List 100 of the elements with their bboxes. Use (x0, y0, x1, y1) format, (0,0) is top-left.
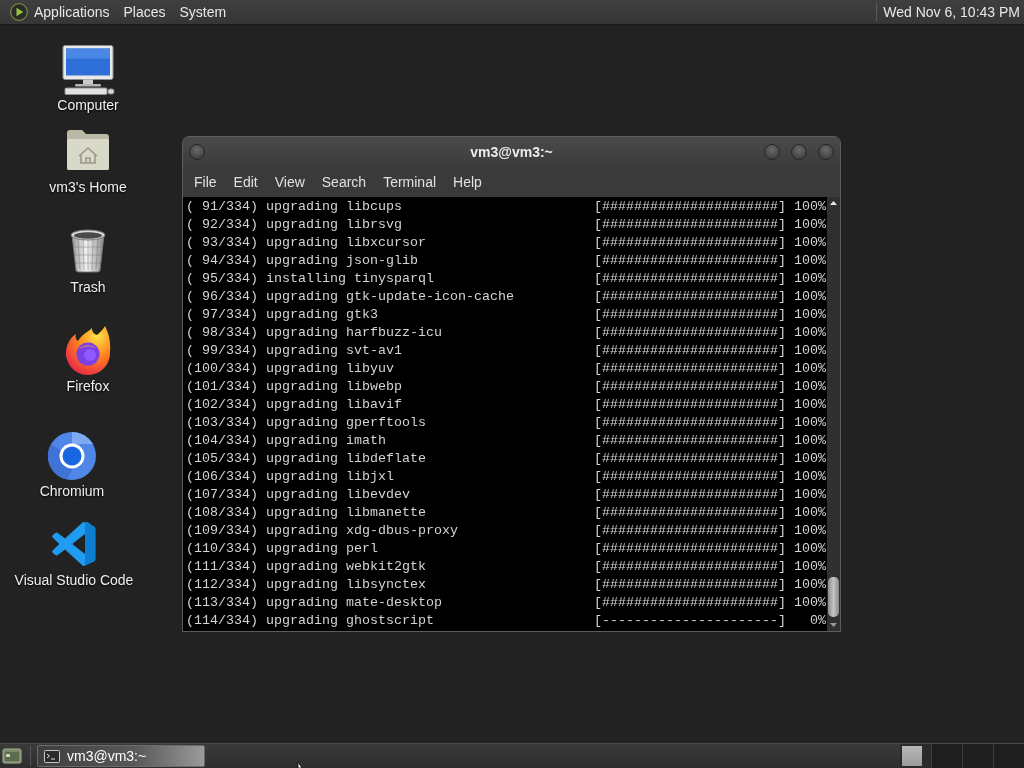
progress-bar-text: [######################] (594, 522, 786, 540)
window-menu-button[interactable] (189, 144, 205, 160)
terminal-line-text: (103/334) upgrading gperftools (186, 414, 427, 432)
percent-text: 100% (793, 486, 826, 504)
desktop-icon-label[interactable]: Computer (57, 97, 119, 114)
terminal-line-text: (113/334) upgrading mate-desktop (186, 594, 443, 612)
percent-text: 100% (793, 504, 826, 522)
taskbar-button[interactable]: vm3@vm3:~ (37, 745, 205, 767)
scrollbar[interactable] (827, 197, 840, 631)
progress-bar-text: [######################] (594, 414, 786, 432)
percent-text: 100% (793, 414, 826, 432)
panel-menu[interactable]: System (172, 1, 234, 23)
progress-bar-text: [######################] (594, 216, 786, 234)
progress-bar-text: [----------------------] (594, 612, 786, 630)
mouse-pointer-icon (297, 762, 305, 768)
window-title: vm3@vm3:~ (470, 144, 553, 160)
firefox-logo-icon[interactable] (64, 326, 112, 376)
progress-bar-text: [######################] (594, 432, 786, 450)
percent-text: 100% (793, 288, 826, 306)
close-button[interactable] (818, 144, 834, 160)
terminal-line-text: (104/334) upgrading imath (186, 432, 387, 450)
percent-text: 100% (793, 558, 826, 576)
menu-item[interactable]: File (186, 170, 225, 194)
progress-bar-text: [######################] (594, 594, 786, 612)
desktop-icon-label[interactable]: Trash (70, 279, 106, 296)
terminal-line-text: ( 95/334) installing tinysparql (186, 270, 435, 288)
percent-text: 100% (793, 468, 826, 486)
progress-bar-text: [######################] (594, 342, 786, 360)
percent-text: 100% (793, 360, 826, 378)
panel-menu[interactable]: Places (116, 1, 173, 23)
percent-text: 100% (793, 198, 826, 216)
terminal-line-text: (111/334) upgrading webkit2gtk (186, 558, 427, 576)
terminal-line-text: ( 93/334) upgrading libxcursor (186, 234, 427, 252)
percent-text: 100% (793, 594, 826, 612)
minimize-button[interactable] (764, 144, 780, 160)
terminal-line-text: ( 91/334) upgrading libcups (186, 198, 403, 216)
percent-text: 100% (793, 396, 826, 414)
computer-icon[interactable] (60, 45, 116, 95)
menu-item[interactable]: Search (313, 170, 375, 194)
percent-text: 100% (793, 324, 826, 342)
menu-item[interactable]: Terminal (375, 170, 445, 194)
vscode-logo-icon[interactable] (52, 521, 96, 567)
progress-bar-text: [######################] (594, 198, 786, 216)
progress-bar-text: [######################] (594, 324, 786, 342)
terminal-line-text: ( 94/334) upgrading json-glib (186, 252, 419, 270)
panel-menu[interactable]: Applications (27, 1, 117, 23)
terminal-icon (44, 749, 60, 763)
progress-bar-text: [######################] (594, 468, 786, 486)
terminal-line-text: (101/334) upgrading libwebp (186, 378, 403, 396)
percent-text: 0% (809, 612, 826, 630)
terminal-line-text: (112/334) upgrading libsynctex (186, 576, 427, 594)
terminal-line-text: ( 98/334) upgrading harfbuzz-icu (186, 324, 443, 342)
terminal-line-text: ( 99/334) upgrading svt-av1 (186, 342, 403, 360)
workspace-tile[interactable] (900, 744, 931, 768)
percent-text: 100% (793, 540, 826, 558)
scrollbar-thumb[interactable] (828, 577, 839, 617)
chromium-logo-icon[interactable] (47, 431, 97, 481)
progress-bar-text: [######################] (594, 396, 786, 414)
percent-text: 100% (793, 216, 826, 234)
desktop-icon-label[interactable]: Firefox (66, 378, 110, 395)
progress-bar-text: [######################] (594, 270, 786, 288)
terminal-line-text: (110/334) upgrading perl (186, 540, 379, 558)
progress-bar-text: [######################] (594, 360, 786, 378)
progress-bar-text: [######################] (594, 540, 786, 558)
app-menu-icon[interactable] (10, 3, 28, 21)
menu-item[interactable]: Edit (225, 170, 266, 194)
terminal-line-text: ( 92/334) upgrading librsvg (186, 216, 403, 234)
percent-text: 100% (793, 450, 826, 468)
terminal-line-text: (106/334) upgrading libjxl (186, 468, 395, 486)
progress-bar-text: [######################] (594, 486, 786, 504)
progress-bar-text: [######################] (594, 450, 786, 468)
terminal-line-text: (100/334) upgrading libyuv (186, 360, 395, 378)
terminal-line-text: (105/334) upgrading libdeflate (186, 450, 427, 468)
percent-text: 100% (793, 306, 826, 324)
progress-bar-text: [######################] (594, 504, 786, 522)
menu-item[interactable]: View (266, 170, 313, 194)
progress-bar-text: [######################] (594, 306, 786, 324)
desktop-icon-label[interactable]: Chromium (39, 483, 105, 500)
clock[interactable]: Wed Nov 6, 10:43 PM (883, 4, 1024, 20)
progress-bar-text: [######################] (594, 576, 786, 594)
desktop-icon-label[interactable]: Visual Studio Code (14, 572, 134, 589)
trash-icon[interactable] (69, 229, 107, 273)
menu-item[interactable]: Help (445, 170, 490, 194)
desktop-icon-label[interactable]: vm3's Home (49, 179, 127, 196)
show-desktop-icon[interactable] (2, 746, 22, 766)
terminal-line-text: ( 96/334) upgrading gtk-update-icon-cache (186, 288, 515, 306)
percent-text: 100% (793, 576, 826, 594)
progress-bar-text: [######################] (594, 378, 786, 396)
percent-text: 100% (793, 432, 826, 450)
terminal-line-text: ( 97/334) upgrading gtk3 (186, 306, 379, 324)
percent-text: 100% (793, 270, 826, 288)
percent-text: 100% (793, 522, 826, 540)
maximize-button[interactable] (791, 144, 807, 160)
home-folder-icon[interactable] (66, 129, 110, 171)
terminal-line-text: (102/334) upgrading libavif (186, 396, 403, 414)
progress-bar-text: [######################] (594, 234, 786, 252)
terminal-line-text: (108/334) upgrading libmanette (186, 504, 427, 522)
progress-bar-text: [######################] (594, 558, 786, 576)
progress-bar-text: [######################] (594, 252, 786, 270)
percent-text: 100% (793, 234, 826, 252)
